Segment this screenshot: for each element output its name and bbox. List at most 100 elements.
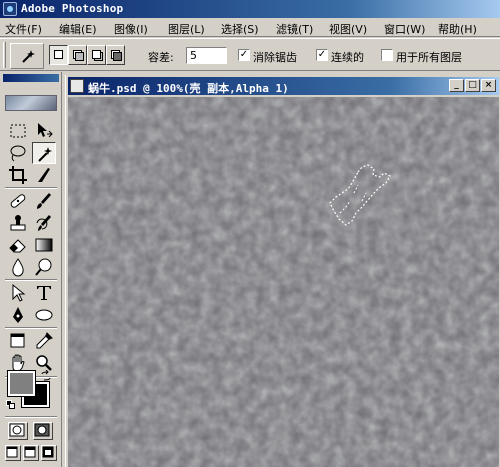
tolerance-input[interactable] <box>186 47 227 64</box>
contiguous-label: 连续的 <box>331 51 364 64</box>
tool-healing-brush[interactable] <box>6 190 30 212</box>
add-to-selection-button[interactable] <box>68 45 87 65</box>
document-titlebar[interactable]: 蜗牛.psd @ 100%(壳 副本,Alpha 1) _ □ × <box>68 77 499 95</box>
all-layers-checkbox[interactable] <box>381 49 393 61</box>
standard-mode-icon <box>9 423 25 437</box>
quick-mask-icon <box>34 423 50 437</box>
menu-window[interactable]: 窗口(W) <box>384 21 425 37</box>
tool-gradient[interactable] <box>32 234 56 256</box>
path-select-arrow-icon <box>12 283 26 302</box>
intersect-selection-button[interactable] <box>106 45 125 65</box>
toolbox-divider <box>5 279 57 281</box>
toolbox-divider <box>5 416 57 418</box>
foreground-color-swatch[interactable] <box>7 370 36 397</box>
toolbox-divider <box>5 327 57 329</box>
tool-blur[interactable] <box>6 256 30 278</box>
water-drop-icon <box>12 258 24 277</box>
magic-wand-icon <box>38 147 52 162</box>
dodge-icon <box>35 258 52 276</box>
stamp-icon <box>10 215 26 231</box>
full-screen-mode-button[interactable] <box>41 445 57 461</box>
window-icon <box>6 446 18 458</box>
menu-file[interactable]: 文件(F) <box>5 21 42 37</box>
magic-wand-icon <box>22 50 35 63</box>
antialias-checkbox[interactable]: ✓ <box>238 49 250 61</box>
tool-shape[interactable] <box>32 304 56 326</box>
close-button[interactable]: × <box>481 79 496 92</box>
antialias-label: 消除锯齿 <box>253 51 297 64</box>
tool-move[interactable] <box>32 120 56 142</box>
default-colors-icon[interactable] <box>6 400 16 410</box>
menu-edit[interactable]: 编辑(E) <box>59 21 97 37</box>
toolbox <box>0 72 62 467</box>
adobe-online-logo[interactable] <box>5 95 57 111</box>
crystallized-texture <box>68 97 499 467</box>
app-title: Adobe Photoshop <box>21 2 124 15</box>
tool-eyedropper[interactable] <box>32 330 56 352</box>
tool-marquee[interactable] <box>6 120 30 142</box>
tool-magic-wand[interactable] <box>32 142 56 164</box>
eraser-icon <box>9 239 26 253</box>
menu-select[interactable]: 选择(S) <box>221 21 259 37</box>
image-canvas[interactable] <box>68 97 499 467</box>
tool-slice[interactable] <box>32 164 56 186</box>
tool-preset-picker[interactable] <box>10 43 44 69</box>
tool-type[interactable] <box>32 282 56 304</box>
options-bar: 容差: ✓ 消除锯齿 ✓ 连续的 用于所有图层 <box>0 38 500 71</box>
tool-notes[interactable] <box>6 330 30 352</box>
lasso-icon <box>10 145 26 162</box>
rectangle-marquee-icon <box>10 124 26 138</box>
document-window: 蜗牛.psd @ 100%(壳 副本,Alpha 1) _ □ × <box>65 75 500 467</box>
slice-knife-icon <box>38 168 50 182</box>
type-t-icon <box>37 286 51 300</box>
menu-layer[interactable]: 图层(L) <box>168 21 205 37</box>
options-bar-grip[interactable] <box>3 42 6 68</box>
toolbox-titlebar[interactable] <box>3 74 59 82</box>
full-screen-menu-mode-button[interactable] <box>23 445 39 461</box>
eyedropper-icon <box>36 332 53 349</box>
tool-lasso[interactable] <box>6 142 30 164</box>
tool-dodge[interactable] <box>32 256 56 278</box>
tool-clone-stamp[interactable] <box>6 212 30 234</box>
menu-bar: 文件(F) 编辑(E) 图像(I) 图层(L) 选择(S) 滤镜(T) 视图(V… <box>0 18 500 37</box>
window-icon <box>24 446 36 458</box>
tool-path-selection[interactable] <box>6 282 30 304</box>
contiguous-checkbox[interactable]: ✓ <box>316 49 328 61</box>
document-icon <box>70 79 84 93</box>
quick-mask-button[interactable] <box>33 422 53 440</box>
standard-mode-button[interactable] <box>8 422 28 440</box>
tool-history-brush[interactable] <box>32 212 56 234</box>
photoshop-app-icon <box>3 2 17 16</box>
subtract-from-selection-button[interactable] <box>87 45 106 65</box>
toolbox-divider <box>5 187 57 189</box>
gradient-icon <box>35 238 53 252</box>
hand-icon <box>12 354 25 372</box>
ellipse-shape-icon <box>35 309 53 321</box>
menu-filter[interactable]: 滤镜(T) <box>276 21 313 37</box>
tool-crop[interactable] <box>6 164 30 186</box>
history-brush-icon <box>36 215 51 231</box>
bandage-icon <box>10 194 26 208</box>
all-layers-label: 用于所有图层 <box>396 51 462 64</box>
menu-help[interactable]: 帮助(H) <box>438 21 477 37</box>
document-title: 蜗牛.psd @ 100%(壳 副本,Alpha 1) <box>88 82 289 95</box>
tool-eraser[interactable] <box>6 234 30 256</box>
maximize-button[interactable]: □ <box>465 79 480 92</box>
menu-image[interactable]: 图像(I) <box>114 21 148 37</box>
selection-mode-group <box>49 45 125 65</box>
brush-icon <box>37 193 51 209</box>
move-icon <box>38 123 53 138</box>
menu-view[interactable]: 视图(V) <box>329 21 367 37</box>
new-selection-button[interactable] <box>49 45 68 65</box>
crop-icon <box>9 166 27 184</box>
tool-brush[interactable] <box>32 190 56 212</box>
standard-screen-mode-button[interactable] <box>5 445 21 461</box>
window-icon <box>42 446 54 458</box>
pen-icon <box>13 307 23 323</box>
notes-icon <box>10 333 25 348</box>
swap-colors-icon[interactable] <box>40 369 52 382</box>
minimize-button[interactable]: _ <box>449 79 464 92</box>
tool-pen[interactable] <box>6 304 30 326</box>
app-titlebar: Adobe Photoshop <box>0 0 500 18</box>
tolerance-label: 容差: <box>148 51 174 64</box>
